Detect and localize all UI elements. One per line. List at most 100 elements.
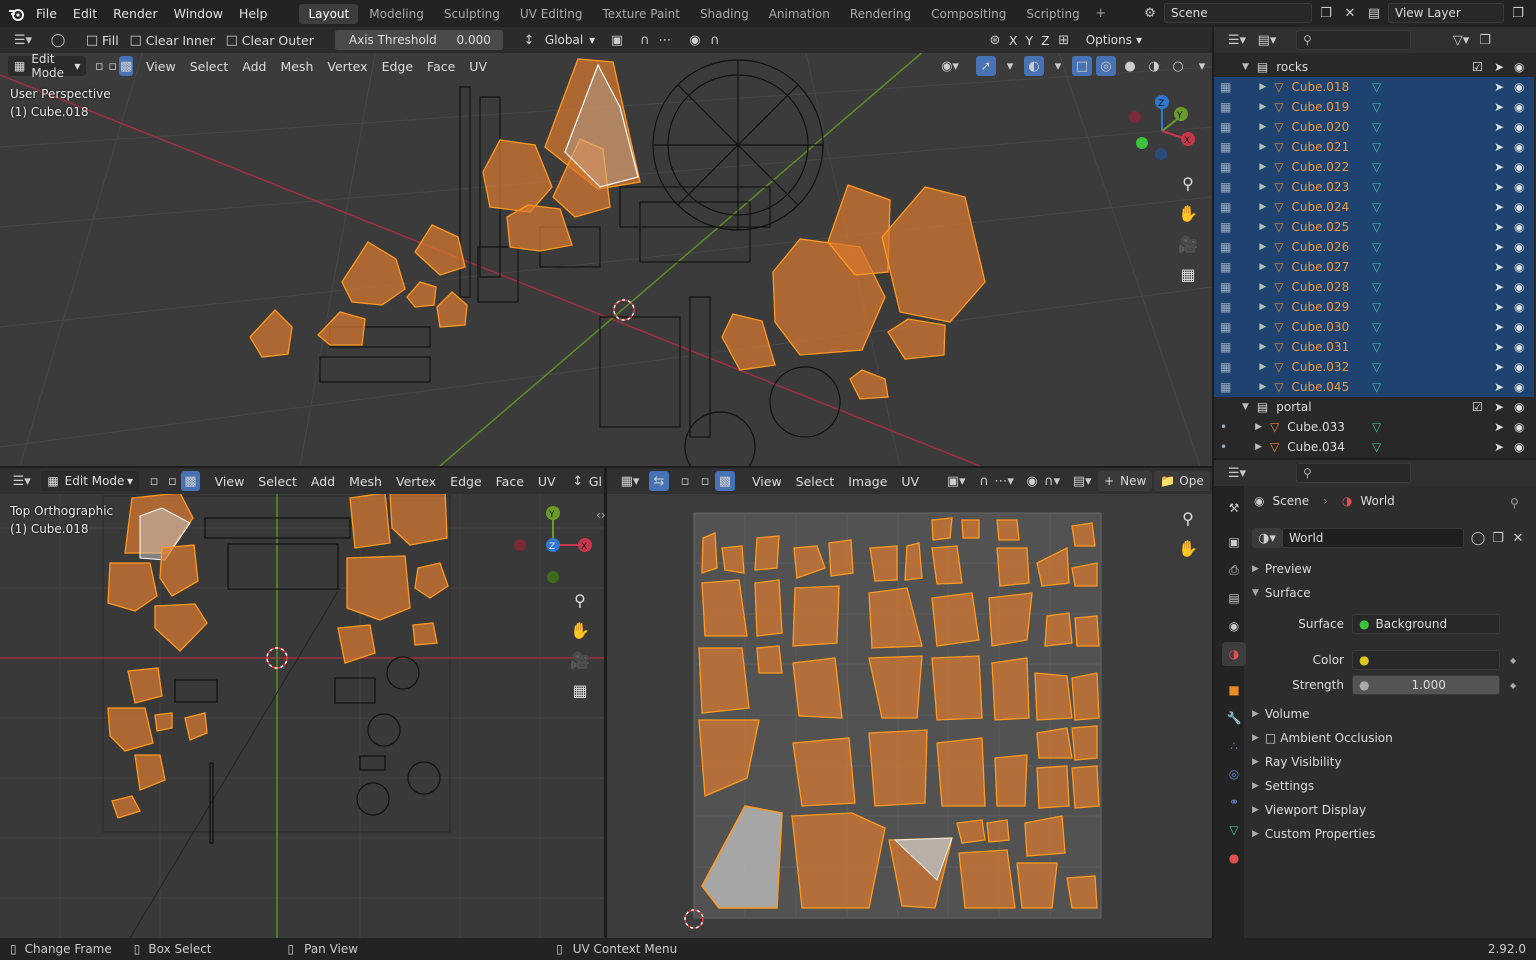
uv-menu-view[interactable]: View (745, 474, 789, 489)
physics-tab-icon[interactable]: ◎ (1222, 762, 1246, 786)
collection-include-checkbox[interactable]: ☑ (1472, 400, 1483, 414)
select-toggle-icon[interactable]: ➤ (1494, 440, 1504, 454)
world-tab-icon[interactable]: ◑ (1222, 642, 1246, 666)
modifier-tab-icon[interactable]: 🔧 (1222, 706, 1246, 730)
top-menu-mesh[interactable]: Mesh (342, 474, 389, 489)
collection-row[interactable]: ▼ ▤ rocks ☑ ➤ ◉ (1214, 57, 1534, 77)
tab-layout[interactable]: Layout (299, 3, 359, 24)
outliner-object-row[interactable]: ▦ ▶ ▽ Cube.024 ▽ ➤ ◉ (1214, 197, 1534, 217)
panel-settings[interactable]: ▶ Settings (1252, 779, 1314, 793)
visibility-eye-icon[interactable]: ◉ (1514, 240, 1524, 254)
image-browse-icon[interactable]: ▤▾ (1072, 471, 1092, 491)
visibility-eye-icon[interactable]: ◉ (1514, 400, 1524, 414)
outliner-object-row[interactable]: • ▶ ▽ Cube.033 ▽ ➤ ◉ (1214, 417, 1534, 437)
unlink-world-icon[interactable]: ✕ (1508, 528, 1528, 548)
top-menu-uv[interactable]: UV (531, 474, 563, 489)
scene-copy-icon[interactable]: ❐ (1316, 3, 1336, 23)
select-toggle-icon[interactable]: ➤ (1494, 120, 1504, 134)
edit-mode-toggle-icon[interactable]: ▦ (1220, 220, 1231, 234)
uv-proportional-icon[interactable]: ◉ (1022, 471, 1042, 491)
expand-arrow-icon[interactable]: ▶ (1259, 342, 1266, 352)
view-layer-copy-icon[interactable]: ❐ (1508, 3, 1528, 23)
select-toggle-icon[interactable]: ➤ (1494, 380, 1504, 394)
collection-include-checkbox[interactable]: ☑ (1472, 60, 1483, 74)
properties-editor-icon[interactable]: ☰▾ (1222, 463, 1252, 483)
outliner-search[interactable]: ⚲ (1296, 30, 1411, 50)
top-vertex-select-icon[interactable]: ▫ (145, 471, 163, 491)
edit-mode-toggle-icon[interactable]: ▦ (1220, 160, 1231, 174)
open-image-button[interactable]: 📁 Ope (1154, 471, 1210, 491)
tab-sculpting[interactable]: Sculpting (435, 4, 509, 24)
rendered-shading-icon[interactable]: ○ (1168, 56, 1188, 76)
gizmo-dropdown-icon[interactable]: ▾ (1000, 56, 1020, 76)
pin-icon[interactable]: ⚲ (1510, 496, 1519, 510)
expand-arrow-icon[interactable]: ▶ (1259, 242, 1266, 252)
visibility-eye-icon[interactable]: ◉ (1514, 440, 1524, 454)
top-menu-vertex[interactable]: Vertex (389, 474, 443, 489)
filter-icon[interactable]: ▽▾ (1451, 30, 1471, 50)
transform-orientation-icon[interactable]: ↕ (519, 30, 539, 50)
uv-menu-image[interactable]: Image (841, 474, 894, 489)
add-workspace-icon[interactable]: + (1091, 4, 1111, 24)
edit-mode-toggle-icon[interactable]: ▦ (1220, 360, 1231, 374)
select-toggle-icon[interactable]: ➤ (1494, 180, 1504, 194)
expand-arrow-icon[interactable]: ▶ (1259, 202, 1266, 212)
edit-mode-toggle-icon[interactable]: ▦ (1220, 200, 1231, 214)
gizmo-toggle-icon[interactable]: ➚ (976, 56, 996, 76)
particles-tab-icon[interactable]: ∴ (1222, 734, 1246, 758)
strength-keyframe-icon[interactable]: ◆ (1510, 681, 1516, 690)
expand-arrow-icon[interactable]: ▶ (1259, 82, 1266, 92)
visibility-eye-icon[interactable]: ◉ (1514, 220, 1524, 234)
world-browse-icon[interactable]: ◑▾ (1252, 528, 1282, 548)
edit-mode-toggle-icon[interactable]: • (1220, 420, 1227, 434)
sidebar-toggle-icon[interactable]: ‹› (596, 508, 606, 522)
outliner-object-row[interactable]: ▦ ▶ ▽ Cube.025 ▽ ➤ ◉ (1214, 217, 1534, 237)
outliner-object-row[interactable]: ▦ ▶ ▽ Cube.029 ▽ ➤ ◉ (1214, 297, 1534, 317)
strength-field[interactable]: ● 1.000 (1352, 675, 1500, 695)
expand-arrow-icon[interactable]: ▶ (1259, 322, 1266, 332)
object-tab-icon[interactable]: ■ (1222, 678, 1246, 702)
mode-dropdown[interactable]: ▦ Edit Mode ▾ (8, 52, 87, 80)
visibility-eye-icon[interactable]: ◉ (1514, 200, 1524, 214)
blender-logo-icon[interactable] (6, 4, 28, 24)
visibility-eye-icon[interactable]: ◉ (1514, 80, 1524, 94)
tab-scripting[interactable]: Scripting (1017, 4, 1088, 24)
select-toggle-icon[interactable]: ➤ (1494, 360, 1504, 374)
pan-hand-icon[interactable]: ✋ (1174, 199, 1202, 227)
panel-surface[interactable]: ▼ Surface (1252, 586, 1311, 600)
tab-shading[interactable]: Shading (691, 4, 758, 24)
axis-z-toggle[interactable]: Z (1037, 33, 1054, 48)
constraints-tab-icon[interactable]: ⚭ (1222, 790, 1246, 814)
overlays-icon[interactable]: ◐ (1024, 56, 1044, 76)
edit-mode-toggle-icon[interactable]: • (1220, 440, 1227, 454)
axis-threshold-field[interactable]: Axis Threshold 0.000 (334, 30, 503, 50)
collapse-arrow-icon[interactable]: ▼ (1242, 402, 1249, 412)
top-navigation-gizmo[interactable]: Y Z X (508, 500, 598, 590)
top-menu-add[interactable]: Add (304, 474, 342, 489)
view-layer-tab-icon[interactable]: ▤ (1222, 586, 1246, 610)
visibility-eye-icon[interactable]: ◉ (1514, 140, 1524, 154)
select-toggle-icon[interactable]: ➤ (1494, 220, 1504, 234)
uv-face-select-icon[interactable]: ▩ (715, 471, 735, 491)
panel-viewport-display[interactable]: ▶ Viewport Display (1252, 803, 1366, 817)
perspective-grid-icon[interactable]: ▦ (1174, 260, 1202, 288)
top-ortho-grid-icon[interactable]: ▦ (566, 676, 594, 704)
select-toggle-icon[interactable]: ➤ (1494, 320, 1504, 334)
select-toggle-icon[interactable]: ➤ (1494, 420, 1504, 434)
expand-arrow-icon[interactable]: ▶ (1259, 382, 1266, 392)
edit-mode-toggle-icon[interactable]: ▦ (1220, 80, 1231, 94)
select-toggle-icon[interactable]: ➤ (1494, 240, 1504, 254)
outliner-editor-icon[interactable]: ☰▾ (1222, 30, 1252, 50)
uv-zoom-icon[interactable]: ⚲ (1174, 504, 1202, 532)
duplicate-world-icon[interactable]: ❐ (1488, 528, 1508, 548)
menu-edge[interactable]: Edge (375, 59, 420, 74)
wireframe-shading-icon[interactable]: ◎ (1096, 56, 1116, 76)
top-menu-edge[interactable]: Edge (443, 474, 488, 489)
face-select-icon[interactable]: ▩ (119, 56, 134, 76)
menu-add[interactable]: Add (235, 59, 273, 74)
view-layer-selector[interactable]: View Layer (1388, 3, 1504, 23)
axis-x-toggle[interactable]: X (1005, 33, 1022, 48)
outliner-object-row[interactable]: ▦ ▶ ▽ Cube.030 ▽ ➤ ◉ (1214, 317, 1534, 337)
outliner-object-row[interactable]: ▦ ▶ ▽ Cube.021 ▽ ➤ ◉ (1214, 137, 1534, 157)
visibility-eye-icon[interactable]: ◉ (1514, 300, 1524, 314)
